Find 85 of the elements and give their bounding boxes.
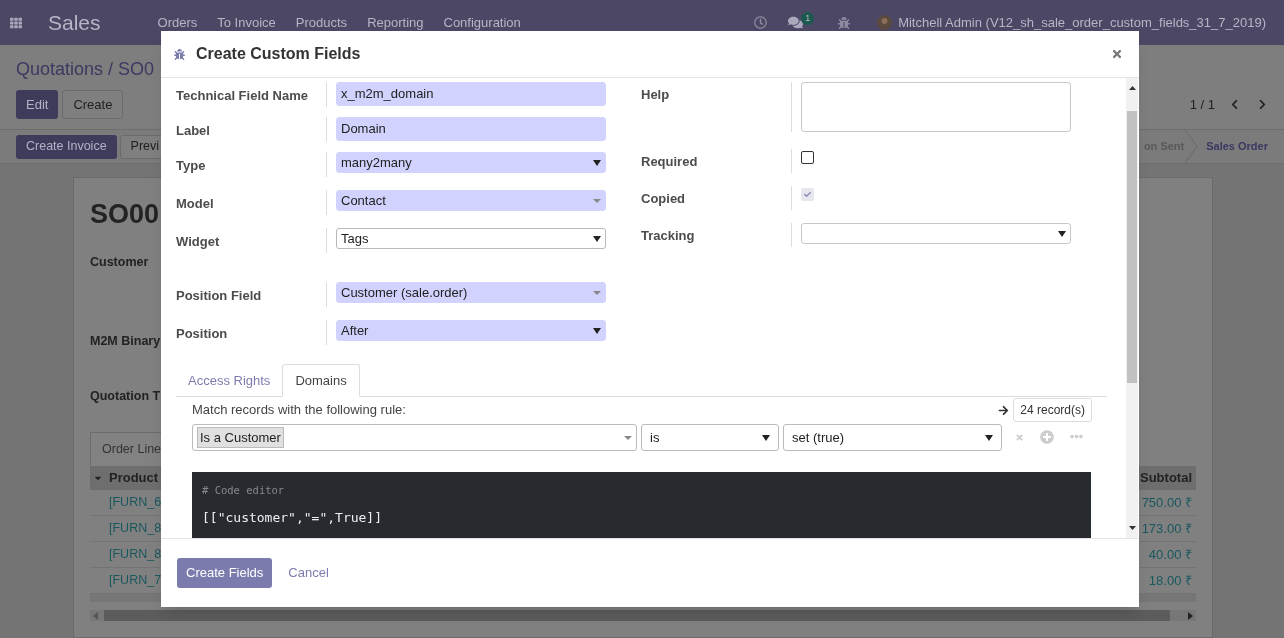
code-comment: # Code editor: [202, 483, 286, 498]
caret-icon: [593, 159, 601, 166]
bug-icon: [174, 48, 185, 60]
bug-icon[interactable]: [838, 16, 851, 29]
pager: 1 / 1: [1189, 95, 1215, 114]
rule-description: Match records with the following rule:: [192, 401, 406, 419]
code-line: [["customer","=",True]]: [202, 508, 383, 527]
tab[interactable]: Domains: [282, 364, 360, 397]
avatar-icon: [877, 15, 893, 30]
table-cell-text: 750.00 ₹: [1141, 493, 1192, 512]
clock-icon[interactable]: [754, 16, 768, 29]
menu-item[interactable]: Products: [285, 12, 358, 33]
dialog-title: Create Custom Fields: [196, 44, 361, 64]
select-field[interactable]: Tags: [336, 228, 606, 249]
menu-item[interactable]: Configuration: [433, 12, 531, 33]
caret-icon: [593, 290, 601, 295]
operator-select[interactable]: is: [641, 424, 779, 451]
arrow-right-icon: [998, 404, 1010, 416]
field-label: Label: [176, 123, 210, 138]
next-icon[interactable]: [1257, 99, 1268, 110]
table-cell-text: [FURN_7: [109, 572, 162, 590]
field-label: Required: [641, 154, 698, 169]
column-header: Product: [109, 469, 159, 488]
table-cell-text: 18.00 ₹: [1148, 571, 1192, 590]
chat-icon[interactable]: [788, 15, 804, 30]
caret-icon: [1058, 230, 1066, 237]
caret-icon: [593, 198, 601, 203]
field-label: Quotation T: [90, 389, 161, 403]
field-label: Technical Field Name: [176, 88, 308, 103]
table-cell-text: 173.00 ₹: [1141, 519, 1192, 538]
select-field[interactable]: many2many: [336, 152, 606, 173]
stage[interactable]: Sales Order: [1198, 130, 1284, 163]
breadcrumb: Quotations / SO0: [16, 58, 155, 81]
caret-icon: [624, 435, 632, 440]
notification-badge: 1: [801, 11, 815, 26]
scrollbar[interactable]: [1126, 78, 1138, 538]
tab[interactable]: Access Rights: [176, 364, 283, 397]
apps-menu-icon[interactable]: [10, 16, 22, 29]
field-label: Copied: [641, 191, 686, 206]
table-cell-text: 40.00 ₹: [1148, 545, 1192, 564]
caret-icon: [762, 434, 770, 441]
caret-icon: [985, 434, 993, 441]
scroll-down-icon[interactable]: [1128, 526, 1136, 530]
edit-button[interactable]: Edit: [16, 90, 59, 119]
create-button[interactable]: Create: [62, 90, 124, 119]
menu-item[interactable]: To Invoice: [207, 12, 286, 33]
scroll-up-icon[interactable]: [1128, 86, 1136, 90]
select-field[interactable]: [801, 223, 1071, 244]
record-title: SO00: [90, 198, 160, 230]
menu-item[interactable]: Orders: [147, 12, 208, 33]
field-label: Position: [176, 326, 228, 341]
field-label: Widget: [176, 234, 220, 249]
create-invoice-button[interactable]: Create Invoice: [16, 134, 117, 159]
app-title: Sales: [48, 9, 101, 36]
field-label: Customer: [90, 255, 149, 269]
create-fields-button[interactable]: Create Fields: [177, 558, 273, 588]
scroll-right-icon[interactable]: [1188, 611, 1193, 620]
field-label: Model: [176, 196, 214, 211]
table-cell-text: [FURN_6: [109, 494, 162, 512]
caret-icon: [593, 235, 601, 242]
caret-icon: [593, 327, 601, 334]
checkbox[interactable]: [801, 150, 814, 164]
menu-item[interactable]: Reporting: [357, 12, 434, 33]
select-field[interactable]: After: [336, 320, 606, 341]
dropdown-field[interactable]: Customer (sale.order): [336, 282, 606, 303]
horizontal-scrollbar[interactable]: [90, 610, 1196, 621]
record-count-button[interactable]: 24 record(s): [1013, 398, 1092, 422]
previous-icon[interactable]: [1229, 99, 1240, 110]
table-cell-text: [FURN_8: [109, 520, 162, 538]
value-select[interactable]: set (true): [783, 424, 1002, 451]
column-header: Subtotal: [1140, 469, 1192, 488]
text-field[interactable]: Domain: [336, 117, 606, 141]
field-label: Help: [641, 87, 670, 102]
field-label: Position Field: [176, 288, 262, 303]
code-editor[interactable]: # Code editor [["customer","=",True]]: [192, 472, 1091, 538]
table-cell-text: [FURN_8: [109, 546, 162, 564]
field-selector[interactable]: Is a Customer: [192, 424, 637, 451]
dropdown-field[interactable]: Contact: [336, 190, 606, 211]
cancel-link[interactable]: Cancel: [280, 558, 337, 588]
field-label: Type: [176, 158, 206, 173]
text-field[interactable]: x_m2m_domain: [336, 82, 606, 106]
user-name[interactable]: Mitchell Admin (V12_sh_sale_order_custom_fields_31_7_2019): [898, 12, 1266, 33]
field-label: Tracking: [641, 228, 695, 243]
field-path-chip: Is a Customer: [197, 426, 284, 449]
field-label: M2M Binary: [90, 334, 161, 348]
